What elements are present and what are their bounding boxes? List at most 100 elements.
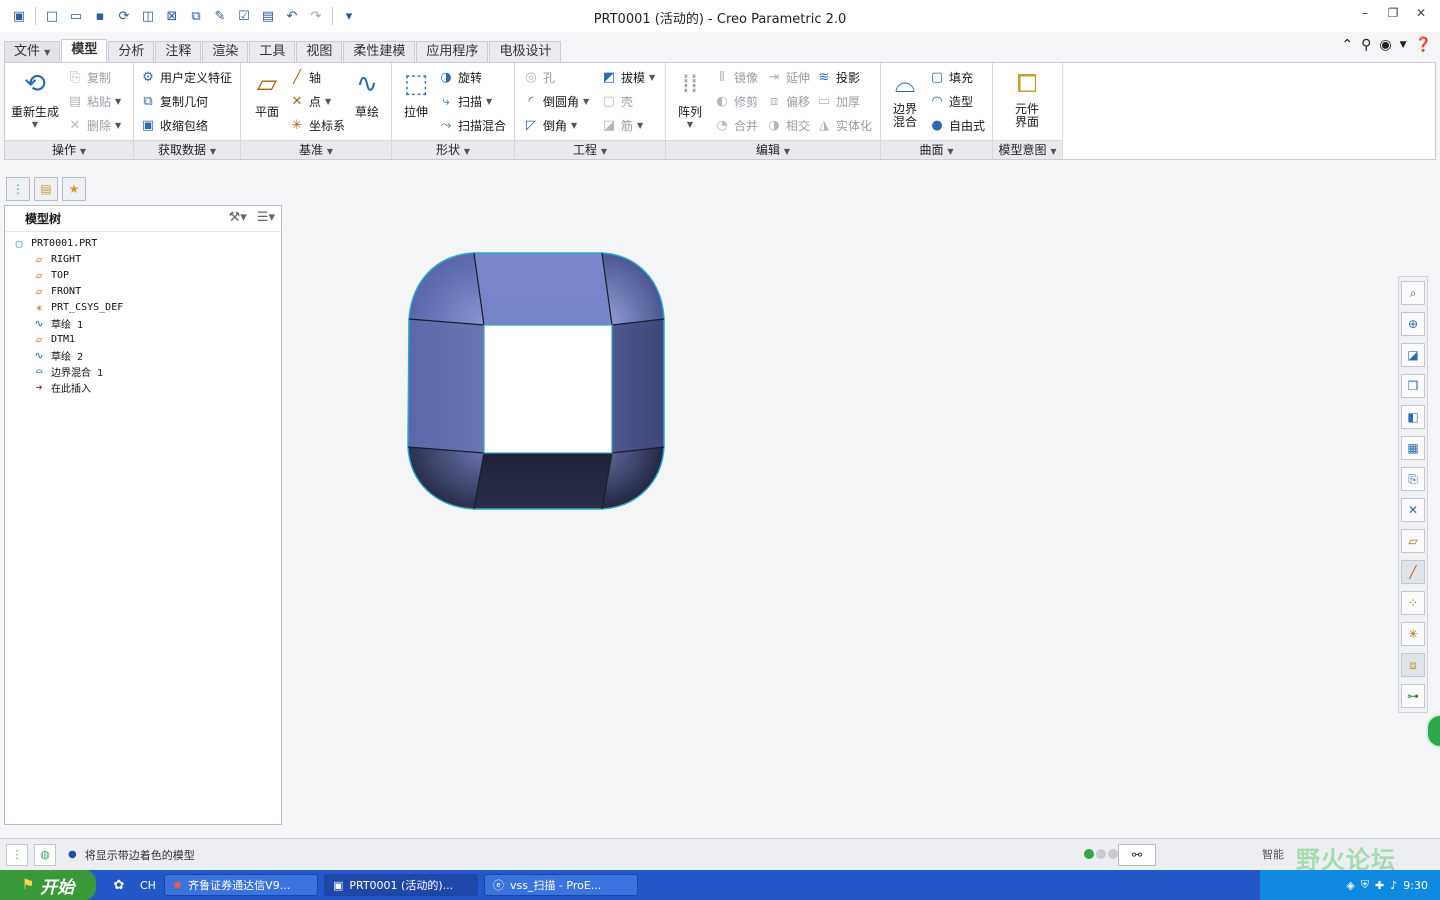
tab-analysis[interactable]: 分析 [108,41,155,62]
community-icon[interactable]: ◉ [1379,37,1391,53]
group-label-shapes[interactable]: 形状 ▼ [392,140,514,159]
network-icon[interactable]: ◈ [1346,879,1354,892]
tree-item[interactable]: ⌓ 边界混合 1 [5,363,281,379]
tab-applications[interactable]: 应用程序 [416,41,489,62]
delete-button[interactable]: ✕ 删除 ▼ [67,115,122,135]
settings-icon[interactable]: ⚒▾ [229,210,247,225]
shrinkwrap-button[interactable]: ▣ 收缩包络 [140,115,208,135]
selection-tool-icon[interactable]: ⊶ [1401,684,1425,708]
group-label-get-data[interactable]: 获取数据 ▼ [134,140,240,159]
browser-toggle-icon[interactable]: ◍ [34,843,56,866]
app-icon[interactable]: ▣ [8,5,30,27]
tree-item[interactable]: ▱ FRONT [5,283,281,299]
tree-item[interactable]: ∿ 草绘 2 [5,347,281,363]
redo-icon[interactable]: ↷ [305,5,327,27]
swept-blend-button[interactable]: ⤳ 扫描混合 [438,115,506,135]
language-indicator[interactable]: CH [140,879,156,892]
csys-button[interactable]: ✳ 坐标系 [289,115,345,135]
udf-button[interactable]: ⚙ 用户定义特征 [140,67,232,87]
group-label-datum[interactable]: 基准 ▼ [241,140,391,159]
customize-qat-icon[interactable]: ▾ [338,5,360,27]
regenerate-button[interactable]: ⟲ 重新生成 ▼ [9,67,61,129]
taskbar-task[interactable]: ✸ 齐鲁证券通达信V9... [163,874,318,896]
undo-icon[interactable]: ↶ [281,5,303,27]
zoom-in-icon[interactable]: ⊕ [1401,312,1425,336]
help-icon[interactable]: ❓ [1415,37,1432,53]
favorites-tab-icon[interactable]: ★ [62,177,86,201]
mirror-button[interactable]: ⫴ 镜像 [714,67,758,87]
shell-button[interactable]: ▢ 壳 [601,91,633,111]
model-tree-tab-icon[interactable]: ⋮ [6,177,30,201]
tools-icon[interactable]: ✎ [209,5,231,27]
revolve-button[interactable]: ◑ 旋转 [438,67,482,87]
csys-display-icon[interactable]: ✳ [1401,622,1425,646]
sketch-button[interactable]: ∿ 草绘 [341,67,393,120]
group-label-editing[interactable]: 编辑 ▼ [666,140,880,159]
freestyle-button[interactable]: ● 自由式 [929,115,985,135]
tab-file[interactable]: 文件 ▼ [4,41,61,62]
group-label-engineering[interactable]: 工程 ▼ [515,140,665,159]
minimize-icon[interactable]: – [1354,6,1376,24]
tab-annotate[interactable]: 注释 [155,41,202,62]
solidify-button[interactable]: ◮ 实体化 [816,115,872,135]
regenerate-icon[interactable]: ⟳ [113,5,135,27]
point-button[interactable]: ✕ 点 ▼ [289,91,332,111]
show-icon[interactable]: ☰▾ [257,210,275,225]
tree-item[interactable]: ▱ DTM1 [5,331,281,347]
paste-button[interactable]: ▤ 粘贴 ▼ [67,91,121,111]
group-label-surfaces[interactable]: 曲面 ▼ [881,140,992,159]
tab-tools[interactable]: 工具 [249,41,296,62]
folder-browser-tab-icon[interactable]: ▤ [34,177,58,201]
saved-views-icon[interactable]: ▦ [1401,436,1425,460]
chevron-down-icon[interactable]: ▼ [1400,40,1407,53]
view-manager-icon[interactable]: ⎘ [1401,467,1425,491]
thicken-button[interactable]: ▭ 加厚 [816,91,860,111]
point-display-icon[interactable]: ⁘ [1401,591,1425,615]
start-button[interactable]: ⚑ 开始 [0,870,96,900]
save-icon[interactable]: ▪ [89,5,111,27]
tab-view[interactable]: 视图 [296,41,343,62]
axis-button[interactable]: ╱ 轴 [289,67,321,87]
restore-icon[interactable]: ❐ [1382,6,1404,24]
search-icon[interactable]: ⚲ [1361,37,1371,53]
extend-button[interactable]: ⇥ 延伸 [766,67,810,87]
check-icon[interactable]: ☑ [233,5,255,27]
axis-display-icon[interactable]: ╱ [1401,560,1425,584]
copy-geometry-button[interactable]: ⧉ 复制几何 [140,91,208,111]
chamfer-button[interactable]: ◸ 倒角 ▼ [523,115,577,135]
sweep-button[interactable]: ⤷ 扫描 ▼ [438,91,492,111]
update-icon[interactable]: ✚ [1375,879,1384,892]
round-button[interactable]: ◜ 倒圆角 ▼ [523,91,589,111]
tree-item[interactable]: ➜ 在此插入 [5,379,281,395]
intersect-button[interactable]: ◑ 相交 [766,115,810,135]
draft-button[interactable]: ◩ 拔模 ▼ [601,67,655,87]
taskbar-task[interactable]: ▣ PRT0001 (活动的)... [323,874,478,896]
annotation-display-icon[interactable]: ✕ [1401,498,1425,522]
tree-item[interactable]: ∿ 草绘 1 [5,315,281,331]
hole-button[interactable]: ◎ 孔 [523,67,555,87]
tab-electrode-design[interactable]: 电极设计 [489,41,562,62]
tree-item[interactable]: ✳ PRT_CSYS_DEF [5,299,281,315]
copy-button[interactable]: ⎘ 复制 [67,67,111,87]
close-window-icon[interactable]: ✕ [1410,6,1432,24]
pattern-button[interactable]: ⁞⁞ 阵列 ▼ [664,67,716,129]
tab-model[interactable]: 模型 [61,39,108,62]
taskbar-task[interactable]: ⓔ vss_扫描 - ProE... [483,874,638,896]
boundary-blend-button[interactable]: ⌓ 边界混合 [879,67,931,129]
find-button[interactable]: ⚯ [1118,844,1156,866]
tree-item[interactable]: ▱ RIGHT [5,251,281,267]
extrude-button[interactable]: ⬚ 拉伸 [390,67,442,120]
plane-button[interactable]: ▱ 平面 [241,67,293,120]
group-label-operations[interactable]: 操作 ▼ [5,140,133,159]
open-icon[interactable]: ▭ [65,5,87,27]
close-icon[interactable]: ⊠ [161,5,183,27]
security-icon[interactable]: ⛨ [1361,878,1369,892]
group-label-model-intent[interactable]: 模型意图 ▼ [993,140,1062,159]
project-button[interactable]: ≋ 投影 [816,67,860,87]
minimize-ribbon-icon[interactable]: ⌃ [1341,37,1353,53]
new-icon[interactable]: □ [41,5,63,27]
repaint-icon[interactable]: ❒ [1401,374,1425,398]
quick-launch-icon[interactable]: ✿ [106,878,132,893]
merge-button[interactable]: ◔ 合并 [714,115,758,135]
spin-center-icon[interactable]: ⧈ [1401,653,1425,677]
